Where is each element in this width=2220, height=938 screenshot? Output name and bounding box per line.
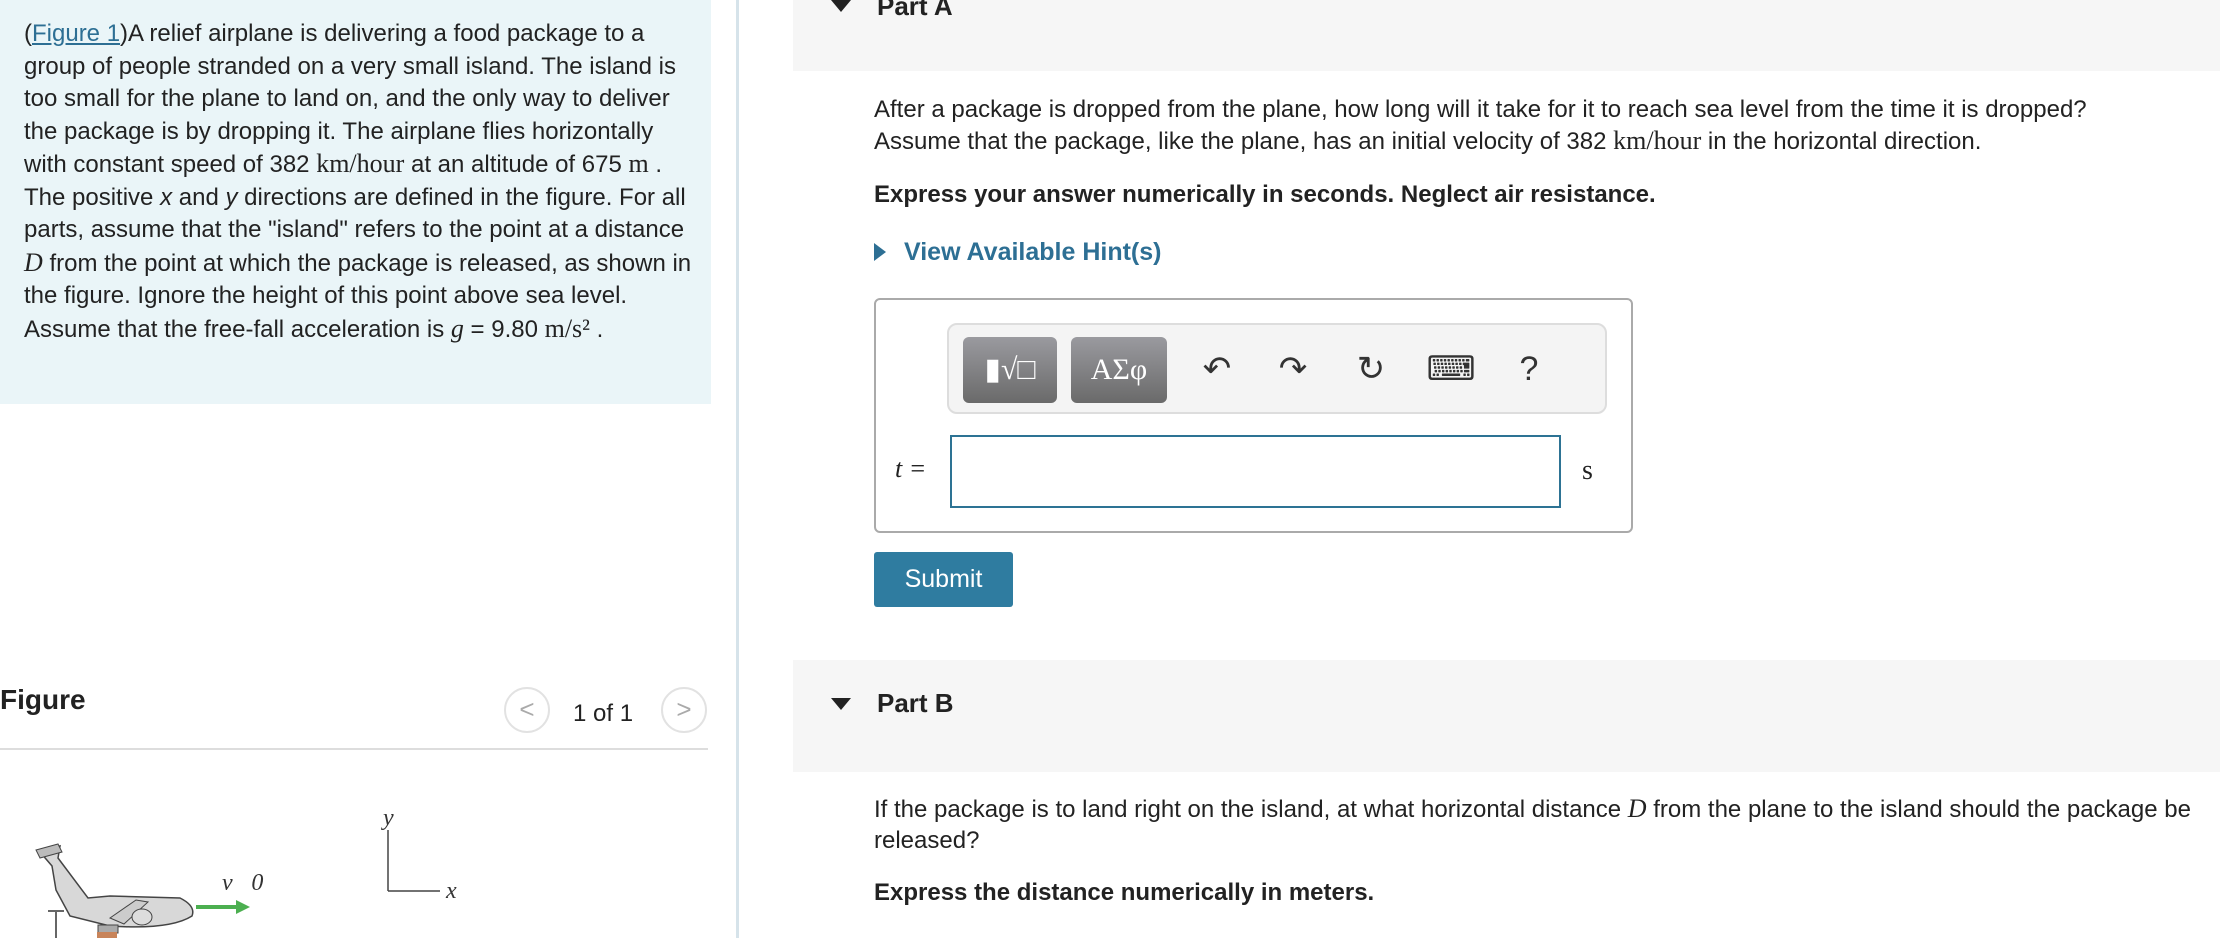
v0-label: v⃗0 <box>222 870 263 896</box>
prev-figure-button[interactable]: < <box>504 687 550 733</box>
reset-icon[interactable]: ↻ <box>1346 341 1396 397</box>
collapse-triangle-icon[interactable] <box>831 0 851 12</box>
airplane-image <box>35 843 194 938</box>
part-a-question: After a package is dropped from the plan… <box>874 96 2087 155</box>
part-a-header[interactable]: Part A <box>793 0 2220 71</box>
keyboard-icon[interactable]: ⌨ <box>1426 341 1476 397</box>
symbols-button[interactable]: ΑΣφ <box>1071 337 1167 403</box>
expand-triangle-icon <box>874 243 886 261</box>
help-icon[interactable]: ? <box>1504 341 1554 397</box>
submit-button[interactable]: Submit <box>874 552 1013 607</box>
panel-divider[interactable] <box>736 0 739 938</box>
next-figure-button[interactable]: > <box>661 687 707 733</box>
figure-link[interactable]: Figure 1 <box>32 20 120 47</box>
part-b-title: Part B <box>877 688 954 718</box>
answer-unit: s <box>1582 455 1593 486</box>
problem-intro: (Figure 1)A relief airplane is deliverin… <box>0 0 711 404</box>
x-axis-label: x <box>445 878 457 904</box>
view-hints-link[interactable]: View Available Hint(s) <box>874 238 1161 267</box>
part-b-instruction: Express the distance numerically in mete… <box>874 879 1375 906</box>
answer-input[interactable] <box>950 435 1561 508</box>
intro-text: (Figure 1)A relief airplane is deliverin… <box>24 20 692 343</box>
math-toolbar: ▮√□ ΑΣφ ↶ ↷ ↻ ⌨ ? <box>947 323 1607 414</box>
part-b-question: If the package is to land right on the i… <box>874 794 2191 854</box>
templates-button[interactable]: ▮√□ <box>963 337 1057 403</box>
velocity-arrowhead <box>236 900 250 914</box>
figure-count: 1 of 1 <box>573 700 634 727</box>
redo-icon[interactable]: ↷ <box>1268 341 1318 397</box>
figure-separator <box>0 748 708 750</box>
airplane-figure: v⃗0 y x <box>35 805 457 938</box>
figure-title: Figure <box>0 684 86 715</box>
part-b-header[interactable]: Part B <box>793 660 2220 772</box>
collapse-triangle-icon[interactable] <box>831 698 851 710</box>
part-a-instruction: Express your answer numerically in secon… <box>874 181 1656 208</box>
answer-variable: t = <box>895 454 927 483</box>
y-axis-label: y <box>381 805 394 831</box>
part-a-title: Part A <box>877 0 953 21</box>
undo-icon[interactable]: ↶ <box>1192 341 1242 397</box>
